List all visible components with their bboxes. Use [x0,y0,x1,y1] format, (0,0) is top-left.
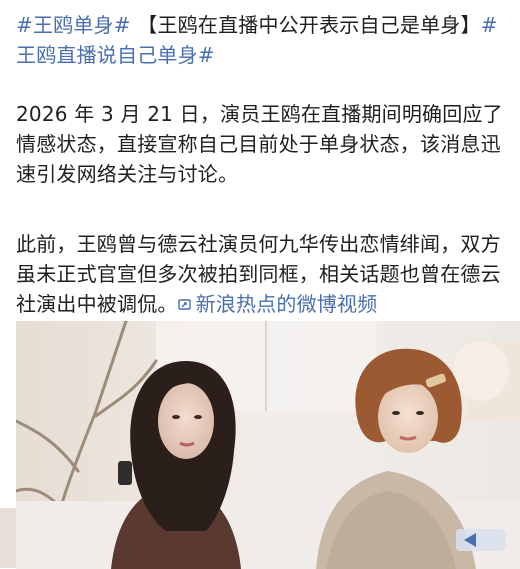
video-link[interactable]: 新浪热点的微博视频 [177,292,378,316]
headline: 【王鸥在直播中公开表示自己是单身】 [137,13,481,37]
video-frame-image [16,321,520,569]
topic-tag-wang-ou-single[interactable]: #王鸥单身# [16,13,131,37]
paragraph-2: 此前，王鸥曾与德云社演员何九华传出恋情绯闻，双方虽未正式官宣但多次被拍到同框，相… [16,229,516,319]
left-edge-strip [0,508,16,568]
video-link-icon [177,299,191,310]
video-link-label: 新浪热点的微博视频 [195,292,378,316]
paragraph-1: 2026 年 3 月 21 日，演员王鸥在直播期间明确回应了情感状态，直接宣称自… [16,102,503,186]
video-thumbnail[interactable] [16,321,520,569]
post-title: #王鸥单身# 【王鸥在直播中公开表示自己是单身】#王鸥直播说自己单身# [16,10,516,70]
weibo-post: #王鸥单身# 【王鸥在直播中公开表示自己是单身】#王鸥直播说自己单身# 2026… [0,0,520,569]
